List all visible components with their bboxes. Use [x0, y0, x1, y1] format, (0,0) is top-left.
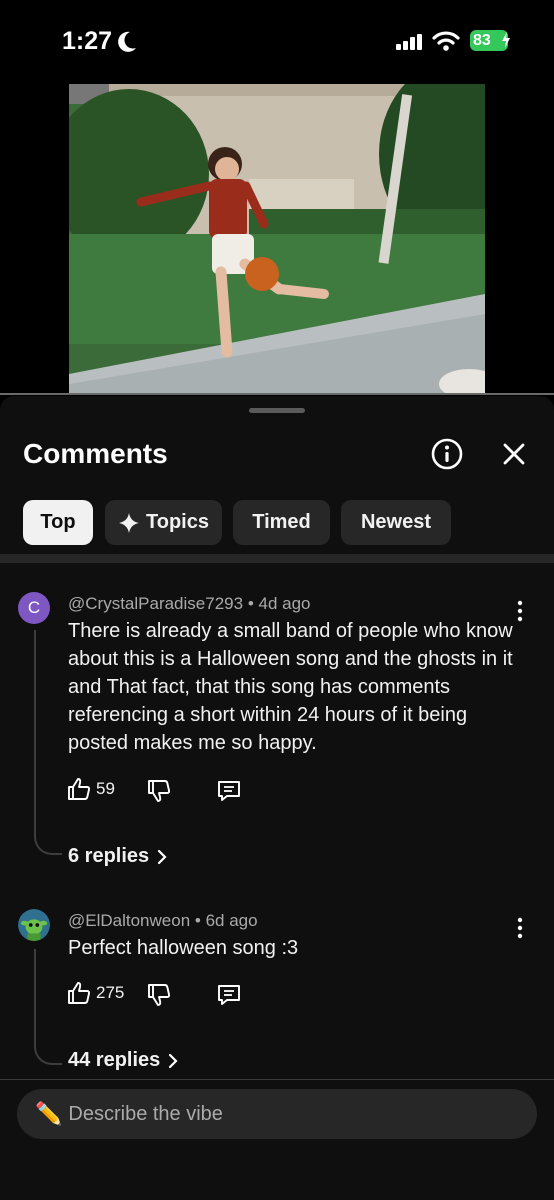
meta-separator: • [247, 594, 259, 613]
battery-indicator: 83 [470, 30, 510, 51]
close-icon[interactable] [501, 441, 527, 467]
comment-author[interactable]: @ElDaltonweon [68, 911, 190, 930]
section-divider [0, 554, 554, 563]
signal-icon [396, 34, 422, 50]
dislike-icon[interactable] [146, 778, 172, 804]
chip-top[interactable]: Top [23, 500, 93, 545]
comment-meta: @ElDaltonweon • 6d ago [68, 911, 258, 931]
dislike-icon[interactable] [146, 982, 172, 1008]
status-time: 1:27 [62, 27, 113, 55]
battery-level: 83 [473, 32, 491, 49]
video-progress-track [0, 393, 554, 395]
chip-topics-label: Topics [146, 511, 209, 533]
chevron-right-icon [158, 849, 167, 864]
chevron-right-icon [169, 1053, 178, 1068]
describe-vibe-input[interactable]: ✏️ Describe the vibe [17, 1089, 537, 1139]
comment-age: 6d ago [205, 911, 258, 930]
comment-text: There is already a small band of people … [68, 620, 513, 754]
view-replies-button[interactable]: 6 replies [68, 845, 167, 868]
avatar-letter: C [27, 598, 41, 617]
chip-timed-label: Timed [252, 511, 311, 533]
reply-icon[interactable] [216, 982, 242, 1008]
comment-actions: 275 [66, 980, 246, 1010]
video-frame [69, 84, 485, 394]
info-icon[interactable] [431, 438, 463, 470]
wifi-icon [432, 31, 460, 51]
like-icon [68, 982, 91, 1004]
chip-newest[interactable]: Newest [341, 500, 451, 545]
avatar[interactable]: C [18, 592, 50, 624]
comment-text: Perfect halloween song :3 [68, 937, 299, 959]
comments-title: Comments [23, 438, 168, 469]
drag-handle[interactable] [249, 408, 305, 413]
describe-vibe-placeholder: Describe the vibe [68, 1102, 223, 1125]
chip-topics[interactable]: Topics [105, 500, 222, 545]
video-player[interactable] [69, 84, 485, 394]
moon-icon [118, 31, 136, 52]
replies-count: 44 replies [68, 1049, 161, 1071]
chip-top-label: Top [40, 511, 76, 533]
like-button[interactable]: 59 [66, 776, 115, 802]
charging-bolt-icon [502, 32, 510, 48]
replies-count: 6 replies [68, 845, 150, 867]
comment-meta: @CrystalParadise7293 • 4d ago [68, 594, 311, 614]
view-replies-button[interactable]: 44 replies [68, 1049, 178, 1072]
composer-divider [0, 1079, 554, 1080]
like-count: 59 [96, 779, 115, 798]
comment-age: 4d ago [258, 594, 311, 613]
pencil-icon: ✏️ [35, 1101, 63, 1126]
thread-line [34, 630, 62, 855]
comment-author[interactable]: @CrystalParadise7293 [68, 594, 243, 613]
comment-actions: 59 [66, 776, 246, 806]
like-count: 275 [96, 983, 125, 1002]
thread-line [34, 949, 62, 1065]
status-bar: 1:27 83 [0, 0, 554, 84]
sparkle-icon [119, 512, 140, 533]
comments-sheet: Comments Top Topics Timed Newest C @Crys… [0, 396, 554, 1200]
reply-icon[interactable] [216, 778, 242, 804]
like-icon [68, 778, 91, 800]
chip-timed[interactable]: Timed [233, 500, 330, 545]
chip-newest-label: Newest [360, 511, 432, 533]
avatar[interactable] [18, 909, 50, 941]
meta-separator: • [194, 911, 206, 930]
like-button[interactable]: 275 [66, 980, 124, 1006]
